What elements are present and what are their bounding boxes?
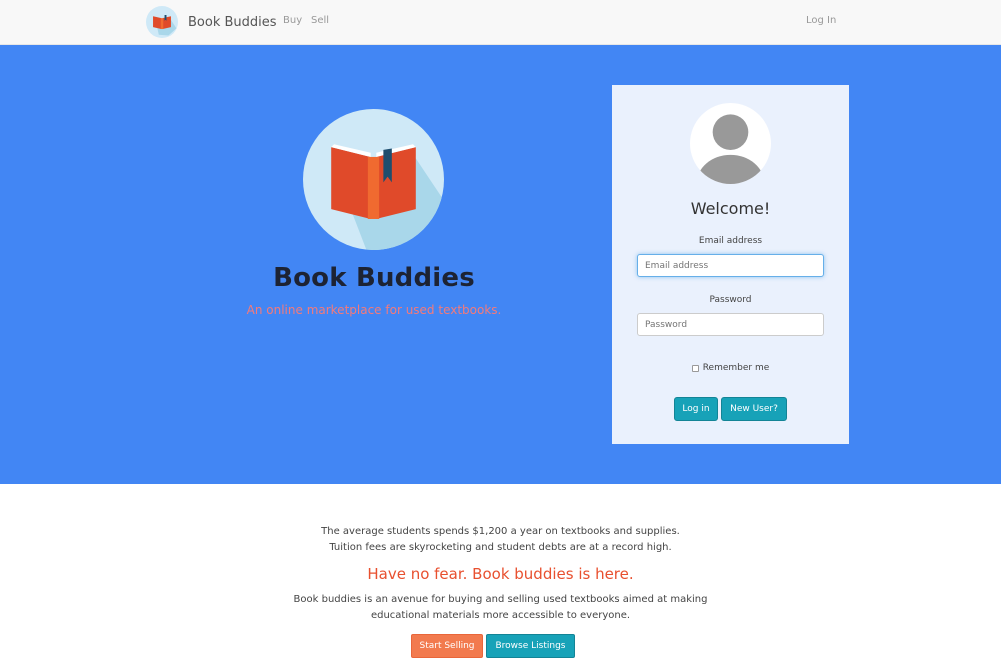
brand-link[interactable]: Book Buddies — [146, 5, 277, 39]
info-line-2: Tuition fees are skyrocketing and studen… — [329, 542, 672, 553]
nav-link-sell[interactable]: Sell — [311, 15, 329, 26]
tagline: Have no fear. Book buddies is here. — [367, 565, 634, 583]
nav-link-buy[interactable]: Buy — [283, 15, 302, 26]
browse-listings-button[interactable]: Browse Listings — [486, 634, 575, 658]
nav-link-login[interactable]: Log In — [806, 15, 836, 26]
hero-title: Book Buddies — [273, 263, 475, 293]
new-user-button[interactable]: New User? — [721, 397, 787, 421]
description-line-1: Book buddies is an avenue for buying and… — [293, 594, 708, 605]
user-avatar-icon — [690, 103, 771, 184]
hero-section: Book Buddies An online marketplace for u… — [0, 45, 1001, 484]
brand-name: Book Buddies — [188, 14, 277, 30]
hero-subtitle: An online marketplace for used textbooks… — [246, 303, 502, 317]
book-logo-icon — [146, 6, 178, 38]
remember-me[interactable]: Remember me — [612, 363, 849, 373]
password-label: Password — [709, 295, 752, 305]
login-card: Welcome! Email address Password Remember… — [612, 85, 849, 444]
description-line-2: educational materials more accessible to… — [370, 610, 631, 621]
book-logo-icon — [303, 109, 444, 250]
info-line-1: The average students spends $1,200 a yea… — [321, 526, 680, 537]
navbar: Book Buddies Buy Sell Log In — [0, 0, 1001, 45]
remember-me-label: Remember me — [702, 363, 770, 373]
password-field[interactable] — [637, 313, 824, 336]
welcome-heading: Welcome! — [690, 199, 771, 218]
email-field[interactable] — [637, 254, 824, 277]
login-button[interactable]: Log in — [674, 397, 718, 421]
start-selling-button[interactable]: Start Selling — [411, 634, 483, 658]
email-label: Email address — [698, 236, 763, 246]
checkbox-icon[interactable] — [691, 364, 699, 372]
